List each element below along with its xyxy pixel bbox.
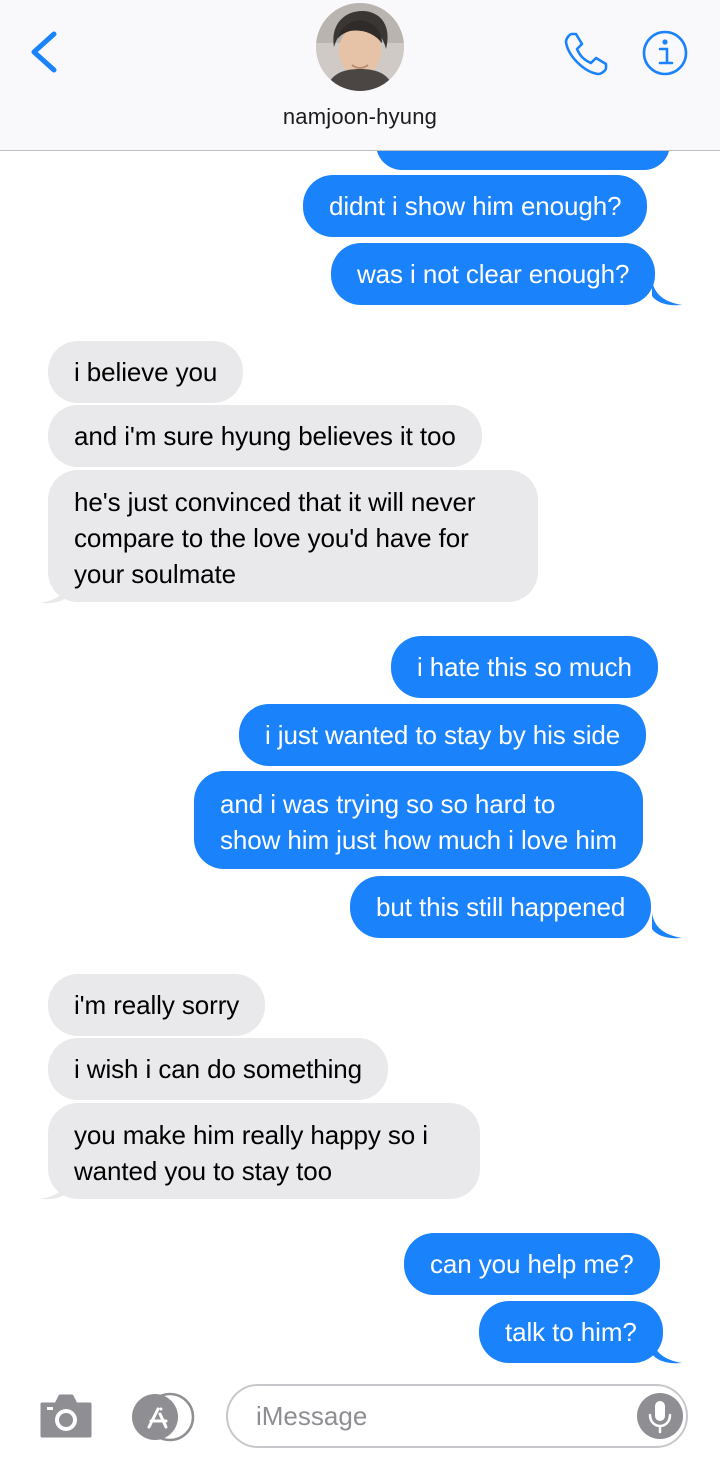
message-bubble-sent[interactable]: and i was trying so so hard to show him … — [194, 771, 643, 869]
message-bubble-sent[interactable]: i hate this so much — [391, 636, 658, 698]
message-text: i wish i can do something — [74, 1054, 362, 1084]
message-text: was i not clear enough? — [357, 259, 630, 289]
chevron-left-icon — [31, 31, 57, 73]
message-bubble-sent[interactable]: can you help me? — [404, 1233, 660, 1295]
message-line: compare to the love you'd have for — [74, 523, 469, 553]
bubble-tail — [652, 1338, 682, 1364]
message-text: talk to him? — [505, 1317, 637, 1347]
message-text: i'm really sorry — [74, 990, 240, 1020]
info-button[interactable] — [640, 28, 690, 78]
message-field[interactable] — [226, 1384, 688, 1448]
message-text: i believe you — [74, 357, 218, 387]
message-text: i hate this so much — [417, 652, 632, 682]
message-line: wanted you to stay too — [74, 1156, 332, 1186]
contact-name[interactable]: namjoon-hyung — [0, 104, 720, 130]
message-bubble-received[interactable]: and i'm sure hyung believes it too — [48, 405, 482, 467]
message-input[interactable] — [256, 1396, 616, 1436]
back-button[interactable] — [24, 28, 64, 76]
info-icon — [642, 30, 688, 76]
bubble-tail — [40, 578, 70, 604]
bubble-tail — [40, 1174, 70, 1200]
message-bubble-sent[interactable]: talk to him? — [479, 1301, 663, 1363]
message-bubble-received[interactable]: i'm really sorry — [48, 974, 266, 1036]
message-line: show him just how much i love him — [220, 825, 617, 855]
message-bubble-received[interactable]: i wish i can do something — [48, 1038, 388, 1100]
message-text: and i'm sure hyung believes it too — [74, 421, 456, 451]
conversation-header: namjoon-hyung — [0, 0, 720, 151]
bubble-tail — [652, 913, 682, 939]
message-line: he's just convinced that it will never — [74, 487, 476, 517]
bubble-tail — [652, 280, 682, 306]
message-line: you make him really happy so i — [74, 1120, 428, 1150]
camera-icon — [40, 1394, 92, 1438]
message-thread[interactable]: didnt i show him enough? was i not clear… — [0, 0, 720, 1370]
message-bubble-sent[interactable]: didnt i show him enough? — [303, 175, 648, 237]
phone-icon — [564, 32, 608, 76]
contact-avatar[interactable] — [316, 3, 404, 91]
message-bubble-sent[interactable]: was i not clear enough? — [331, 243, 656, 305]
app-store-icon — [132, 1392, 195, 1442]
message-line: and i was trying so so hard to — [220, 789, 556, 819]
app-store-button[interactable] — [130, 1392, 196, 1442]
call-button[interactable] — [562, 28, 612, 78]
message-text: but this still happened — [376, 892, 626, 922]
message-bubble-received[interactable]: i believe you — [48, 341, 244, 403]
message-bubble-received[interactable]: you make him really happy so i wanted yo… — [48, 1103, 480, 1199]
avatar-photo — [316, 3, 404, 91]
message-bubble-sent[interactable]: i just wanted to stay by his side — [239, 704, 647, 766]
message-line: your soulmate — [74, 559, 236, 589]
message-text: can you help me? — [430, 1249, 634, 1279]
dictation-button[interactable] — [636, 1392, 684, 1440]
message-bubble-received[interactable]: he's just convinced that it will never c… — [48, 470, 538, 602]
message-bubble-sent[interactable]: but this still happened — [350, 876, 652, 938]
microphone-icon — [637, 1393, 683, 1439]
camera-button[interactable] — [38, 1390, 94, 1442]
message-text: didnt i show him enough? — [329, 191, 622, 221]
message-text: i just wanted to stay by his side — [265, 720, 621, 750]
